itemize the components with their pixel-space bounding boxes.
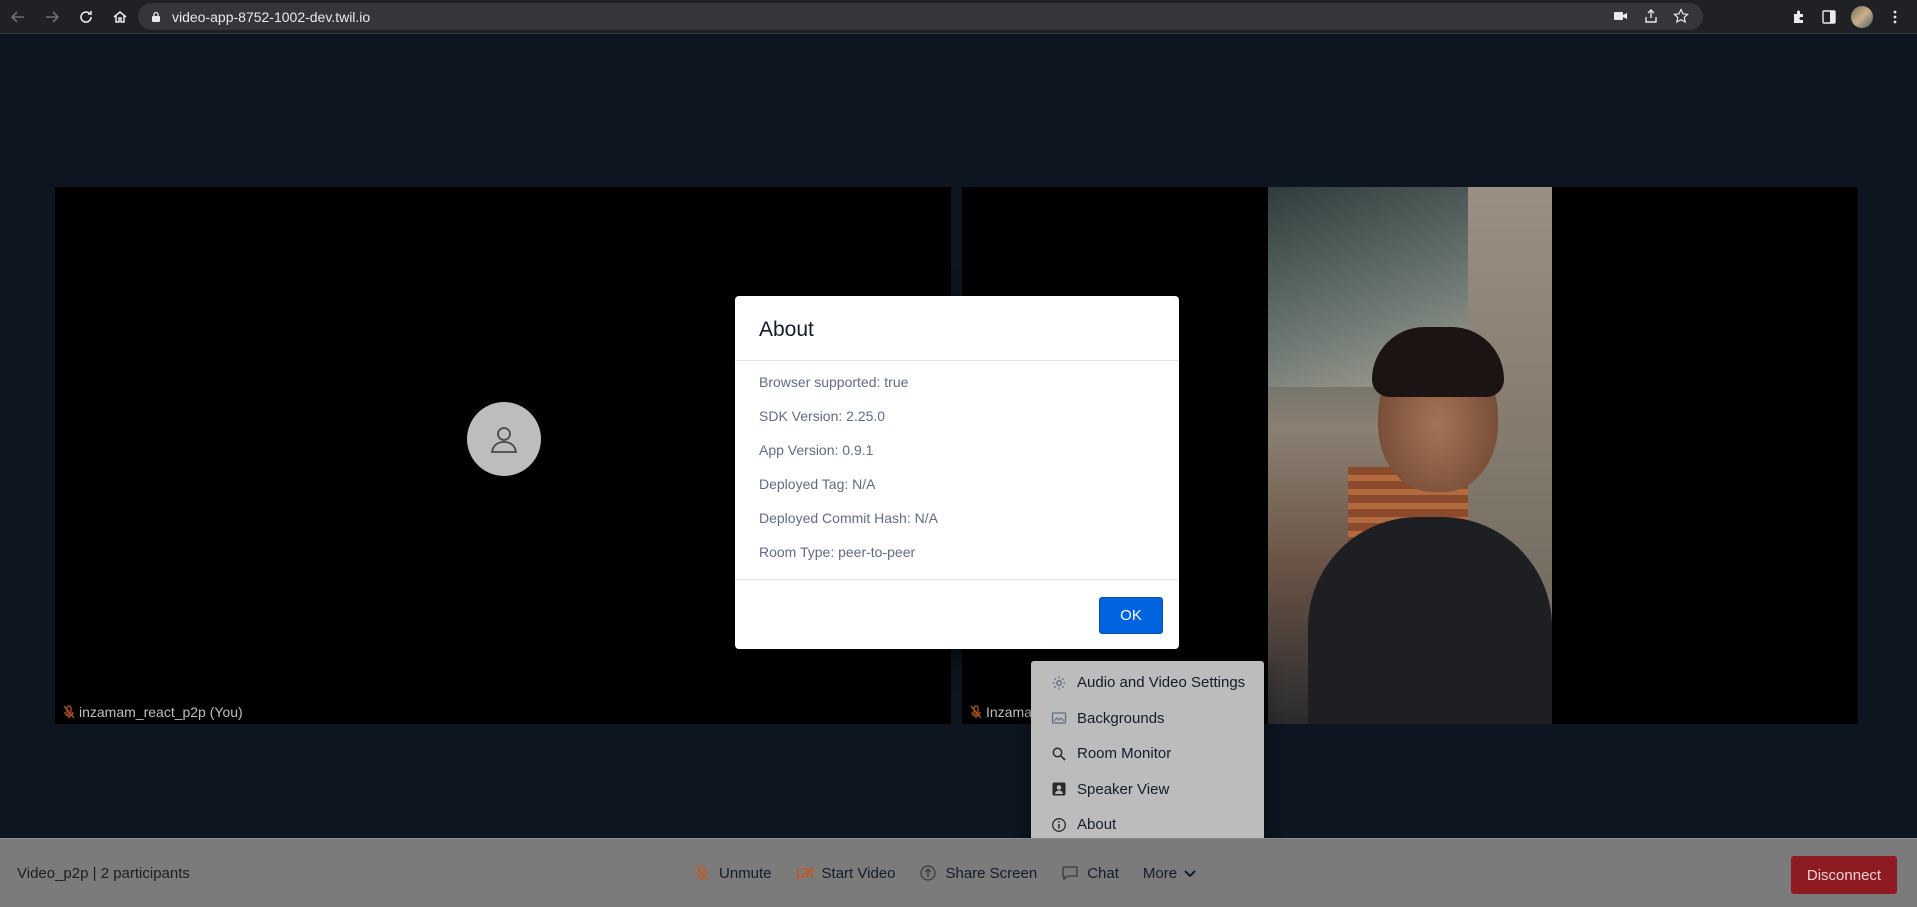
dialog-footer: OK: [735, 579, 1179, 649]
camera-blocked-icon[interactable]: [1613, 8, 1629, 24]
menu-item-speaker-view[interactable]: Speaker View: [1031, 772, 1264, 808]
url-text: video-app-8752-1002-dev.twil.io: [172, 8, 371, 25]
start-video-button[interactable]: Start Video: [796, 861, 896, 885]
control-bar: Video_p2p | 2 participants Unmute Start …: [0, 838, 1917, 907]
menu-item-label: Backgrounds: [1077, 709, 1165, 727]
about-dialog: About Browser supported: true SDK Versio…: [735, 296, 1179, 649]
more-button[interactable]: More: [1143, 861, 1199, 885]
forward-icon[interactable]: [36, 1, 68, 33]
back-icon[interactable]: [2, 1, 34, 33]
participant-name: inzamam_react_p2p (You): [79, 704, 243, 720]
menu-item-audio-video-settings[interactable]: Audio and Video Settings: [1031, 665, 1264, 701]
kebab-menu-icon[interactable]: [1887, 9, 1903, 25]
menu-item-label: About: [1077, 816, 1117, 834]
share-screen-icon: [920, 865, 937, 881]
lock-icon: [152, 11, 160, 22]
gear-icon: [1052, 676, 1066, 690]
mic-muted-icon: [695, 865, 709, 881]
chat-button[interactable]: Chat: [1061, 861, 1119, 885]
search-icon: [1052, 747, 1066, 761]
start-video-label: Start Video: [821, 864, 896, 882]
share-screen-button[interactable]: Share Screen: [919, 861, 1037, 885]
dialog-title: About: [735, 296, 1179, 361]
avatar-placeholder: [467, 402, 541, 476]
chat-icon: [1062, 866, 1078, 881]
info-row: Room Type: peer-to-peer: [759, 544, 916, 560]
chat-label: Chat: [1087, 864, 1119, 882]
reload-icon[interactable]: [70, 1, 102, 33]
disconnect-button[interactable]: Disconnect: [1791, 856, 1897, 894]
info-row: Browser supported: true: [759, 374, 909, 390]
info-row: SDK Version: 2.25.0: [759, 408, 886, 424]
menu-item-backgrounds[interactable]: Backgrounds: [1031, 701, 1264, 737]
info-row: App Version: 0.9.1: [759, 442, 874, 458]
video-off-icon: [796, 866, 813, 880]
star-icon[interactable]: [1673, 8, 1689, 24]
call-controls: Unmute Start Video Share Screen Chat Mor…: [693, 861, 1223, 885]
more-label: More: [1142, 864, 1178, 882]
room-info: Video_p2p | 2 participants: [17, 865, 190, 882]
address-bar[interactable]: video-app-8752-1002-dev.twil.io: [138, 3, 1703, 30]
extensions-icon[interactable]: [1791, 9, 1807, 25]
menu-item-label: Speaker View: [1077, 780, 1170, 798]
home-icon[interactable]: [104, 1, 136, 33]
participant-label: inzamam_react_p2p (You): [63, 704, 243, 720]
ok-button[interactable]: OK: [1099, 597, 1163, 634]
dialog-body: Browser supported: true SDK Version: 2.2…: [735, 361, 1179, 585]
menu-item-room-monitor[interactable]: Room Monitor: [1031, 736, 1264, 772]
info-icon: [1052, 817, 1066, 832]
mic-muted-icon: [970, 705, 982, 719]
menu-item-label: Room Monitor: [1077, 745, 1172, 763]
share-icon[interactable]: [1643, 8, 1659, 24]
chevron-down-icon: [1184, 870, 1196, 878]
participant-name: Inzama: [986, 704, 1032, 720]
mic-muted-icon: [63, 705, 75, 719]
user-icon: [490, 427, 518, 453]
sidepanel-icon[interactable]: [1821, 9, 1837, 25]
image-icon: [1051, 712, 1067, 724]
person-box-icon: [1052, 782, 1066, 796]
browser-toolbar: video-app-8752-1002-dev.twil.io: [0, 0, 1917, 34]
menu-item-label: Audio and Video Settings: [1077, 674, 1246, 692]
participant-label: Inzama: [970, 704, 1032, 720]
unmute-button[interactable]: Unmute: [693, 861, 772, 885]
unmute-label: Unmute: [719, 864, 772, 882]
info-row: Deployed Commit Hash: N/A: [759, 510, 938, 526]
share-screen-label: Share Screen: [945, 864, 1038, 882]
profile-avatar[interactable]: [1851, 6, 1873, 28]
more-menu: Audio and Video Settings Backgrounds Roo…: [1031, 661, 1264, 849]
info-row: Deployed Tag: N/A: [759, 476, 876, 492]
remote-video-feed: [1268, 187, 1552, 724]
